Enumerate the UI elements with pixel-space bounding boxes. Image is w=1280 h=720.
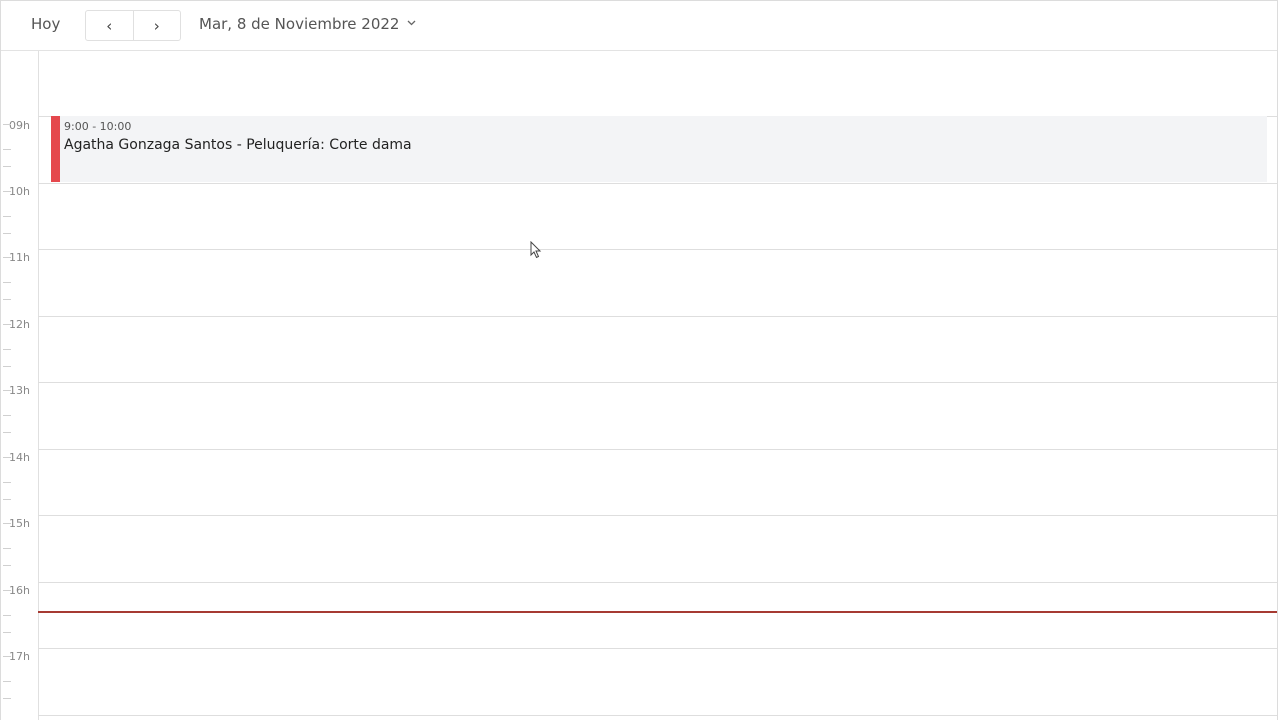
hour-line	[38, 249, 1277, 250]
hour-label: 14h	[9, 451, 30, 464]
hour-line	[38, 515, 1277, 516]
quarter-tick	[3, 681, 11, 682]
hour-line	[38, 582, 1277, 583]
quarter-tick	[3, 282, 11, 283]
quarter-tick	[3, 548, 11, 549]
appointment-event[interactable]: 9:00 - 10:00 Agatha Gonzaga Santos - Pel…	[51, 116, 1267, 182]
chevron-left-icon: ‹	[106, 16, 113, 35]
quarter-tick	[3, 366, 11, 367]
hour-label: 16h	[9, 584, 30, 597]
date-selector[interactable]: Mar, 8 de Noviembre 2022	[199, 15, 416, 33]
previous-day-button[interactable]: ‹	[86, 11, 133, 40]
hour-line	[38, 183, 1277, 184]
hour-tick	[3, 324, 11, 325]
calendar-day-view: Hoy ‹ › Mar, 8 de Noviembre 2022 09h 10h	[0, 0, 1278, 720]
hour-line	[38, 316, 1277, 317]
hour-line	[38, 449, 1277, 450]
next-day-button[interactable]: ›	[132, 11, 181, 40]
current-date-label: Mar, 8 de Noviembre 2022	[199, 15, 400, 33]
quarter-tick	[3, 632, 11, 633]
today-button[interactable]: Hoy	[31, 15, 60, 33]
quarter-tick	[3, 166, 11, 167]
chevron-right-icon: ›	[153, 16, 160, 35]
chevron-down-icon	[408, 20, 416, 26]
hour-tick	[3, 257, 11, 258]
event-title: Agatha Gonzaga Santos - Peluquería: Cort…	[64, 137, 412, 153]
hour-line	[38, 715, 1277, 716]
quarter-tick	[3, 149, 11, 150]
quarter-tick	[3, 216, 11, 217]
calendar-toolbar: Hoy ‹ › Mar, 8 de Noviembre 2022	[1, 1, 1277, 51]
current-time-indicator	[38, 611, 1277, 613]
quarter-tick	[3, 233, 11, 234]
quarter-tick	[3, 698, 11, 699]
hour-tick	[3, 191, 11, 192]
hour-label: 15h	[9, 517, 30, 530]
quarter-tick	[3, 299, 11, 300]
quarter-tick	[3, 482, 11, 483]
hour-line	[38, 648, 1277, 649]
quarter-tick	[3, 415, 11, 416]
hour-label: 13h	[9, 384, 30, 397]
hour-tick	[3, 390, 11, 391]
quarter-tick	[3, 565, 11, 566]
quarter-tick	[3, 349, 11, 350]
navigation-buttons: ‹ ›	[85, 10, 181, 41]
hour-line	[38, 382, 1277, 383]
mouse-cursor-icon	[530, 241, 542, 259]
hour-label: 11h	[9, 251, 30, 264]
hour-tick	[3, 590, 11, 591]
event-time: 9:00 - 10:00	[64, 120, 132, 133]
hour-tick	[3, 656, 11, 657]
hour-label: 17h	[9, 650, 30, 663]
hour-label: 09h	[9, 119, 30, 132]
hour-tick	[3, 523, 11, 524]
time-gutter-divider	[38, 51, 39, 720]
quarter-tick	[3, 615, 11, 616]
quarter-tick	[3, 499, 11, 500]
hour-label: 12h	[9, 318, 30, 331]
hour-tick	[3, 457, 11, 458]
day-time-grid[interactable]: 09h 10h 11h 12h 13h 14h 15h 16h 17h 9:00…	[1, 51, 1277, 720]
event-color-bar	[51, 116, 60, 182]
hour-tick	[3, 124, 11, 125]
hour-label: 10h	[9, 185, 30, 198]
quarter-tick	[3, 432, 11, 433]
